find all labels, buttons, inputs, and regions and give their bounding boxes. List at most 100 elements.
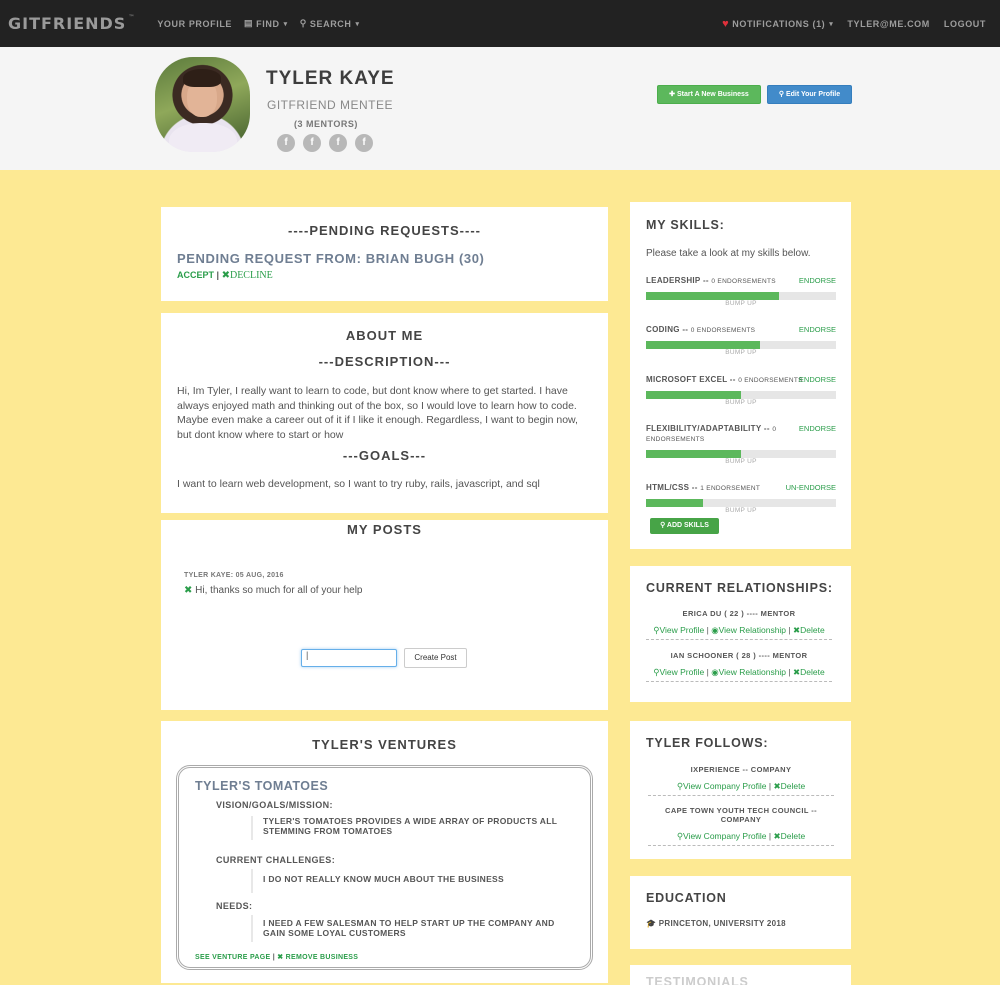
social-links: f f f f bbox=[277, 134, 373, 152]
needs-text: I NEED A FEW SALESMAN TO HELP START UP T… bbox=[251, 915, 555, 942]
delete-link[interactable]: ✖Delete bbox=[773, 781, 805, 791]
skill-bar bbox=[646, 499, 836, 507]
endorse-link[interactable]: ENDORSE bbox=[799, 325, 836, 334]
brand-logo[interactable]: GITFRIENDS ™ bbox=[8, 14, 135, 33]
venture-actions: SEE VENTURE PAGE | ✖ REMOVE BUSINESS bbox=[195, 954, 359, 961]
remove-business-link[interactable]: ✖ REMOVE BUSINESS bbox=[277, 954, 358, 961]
bump-up-link[interactable]: BUMP UP bbox=[646, 507, 836, 514]
education-item: 🎓 PRINCETON, UNIVERSITY 2018 bbox=[646, 919, 786, 928]
search-icon: ⚲ bbox=[299, 18, 307, 28]
see-venture-page-link[interactable]: SEE VENTURE PAGE bbox=[195, 954, 270, 961]
facebook-icon[interactable]: f bbox=[355, 134, 373, 152]
education-title: EDUCATION bbox=[646, 891, 727, 905]
profile-header bbox=[0, 47, 1000, 170]
about-title: ABOUT ME bbox=[345, 328, 424, 343]
nav-your-profile[interactable]: YOUR PROFILE bbox=[157, 18, 232, 29]
challenges-text: I DO NOT REALLY KNOW MUCH ABOUT THE BUSI… bbox=[251, 869, 504, 893]
facebook-icon[interactable]: f bbox=[277, 134, 295, 152]
nav-right: ♥ NOTIFICATIONS (1) ▾ TYLER@ME.COM LOGOUT bbox=[722, 0, 1000, 47]
post-meta: TYLER KAYE: 05 AUG, 2016 bbox=[184, 572, 284, 579]
relationship-item: IAN SCHOONER ( 28 ) ---- MENTOR ⚲View Pr… bbox=[646, 651, 832, 682]
bump-up-link[interactable]: BUMP UP bbox=[646, 458, 836, 465]
pending-actions: ACCEPT | ✖DECLINE bbox=[177, 270, 273, 281]
posts-panel: MY POSTS TYLER KAYE: 05 AUG, 2016 ✖ Hi, … bbox=[161, 520, 608, 710]
ventures-title: TYLER'S VENTURES bbox=[312, 737, 457, 752]
search-icon: ⚲ bbox=[778, 91, 786, 98]
vision-text: TYLER'S TOMATOES PROVIDES A WIDE ARRAY O… bbox=[251, 816, 557, 840]
vision-label: VISION/GOALS/MISSION: bbox=[216, 800, 333, 810]
endorse-link[interactable]: ENDORSE bbox=[799, 276, 836, 285]
top-navbar: GITFRIENDS ™ YOUR PROFILE ▤ FIND ▾ ⚲ SEARCH ▾… bbox=[0, 0, 1000, 47]
bump-up-link[interactable]: BUMP UP bbox=[646, 349, 836, 356]
create-post-button[interactable]: Create Post bbox=[404, 648, 467, 668]
skill-bar bbox=[646, 450, 836, 458]
bump-up-link[interactable]: BUMP UP bbox=[646, 300, 836, 307]
endorse-link[interactable]: ENDORSE bbox=[799, 375, 836, 384]
venture-card: TYLER'S TOMATOES VISION/GOALS/MISSION: T… bbox=[176, 765, 593, 970]
avatar bbox=[155, 57, 250, 152]
skills-panel: MY SKILLS: Please take a look at my skil… bbox=[630, 202, 851, 549]
delete-link[interactable]: ✖Delete bbox=[793, 667, 825, 677]
close-icon: ✖ bbox=[773, 781, 781, 791]
endorse-link[interactable]: ENDORSE bbox=[799, 424, 836, 433]
skill-item: MICROSOFT EXCEL -- 0 ENDORSEMENTS ENDORS… bbox=[646, 375, 836, 406]
add-skills-button[interactable]: ⚲ ADD SKILLS bbox=[650, 518, 719, 534]
education-panel: EDUCATION 🎓 PRINCETON, UNIVERSITY 2018 bbox=[630, 876, 851, 949]
view-relationship-link[interactable]: ◉View Relationship bbox=[711, 625, 786, 635]
skill-bar bbox=[646, 391, 836, 399]
nav-notifications[interactable]: ♥ NOTIFICATIONS (1) ▾ bbox=[722, 18, 833, 30]
post-input[interactable]: | bbox=[301, 649, 397, 667]
goals-text: I want to learn web development, so I wa… bbox=[177, 478, 540, 490]
eye-icon: ◉ bbox=[711, 625, 719, 635]
description-text: Hi, Im Tyler, I really want to learn to … bbox=[177, 385, 578, 441]
search-icon: ⚲ bbox=[660, 522, 667, 529]
view-profile-link[interactable]: ⚲View Profile bbox=[653, 667, 704, 677]
view-relationship-link[interactable]: ◉View Relationship bbox=[711, 667, 786, 677]
description-title: ---DESCRIPTION--- bbox=[318, 354, 451, 369]
skill-bar bbox=[646, 341, 836, 349]
skill-item: LEADERSHIP -- 0 ENDORSEMENTS ENDORSE BUM… bbox=[646, 276, 836, 307]
follows-panel: TYLER FOLLOWS: IXPERIENCE -- COMPANY ⚲Vi… bbox=[630, 721, 851, 859]
caret-down-icon: ▾ bbox=[283, 20, 288, 28]
facebook-icon[interactable]: f bbox=[329, 134, 347, 152]
follow-item: IXPERIENCE -- COMPANY ⚲View Company Prof… bbox=[648, 765, 834, 796]
post-item: ✖ Hi, thanks so much for all of your hel… bbox=[184, 585, 363, 596]
delete-post-icon[interactable]: ✖ bbox=[184, 585, 192, 596]
pending-title: ----PENDING REQUESTS---- bbox=[288, 223, 481, 238]
eye-icon: ◉ bbox=[711, 667, 719, 677]
delete-link[interactable]: ✖Delete bbox=[793, 625, 825, 635]
skill-item: FLEXIBILITY/ADAPTABILITY -- 0 ENDORSEMEN… bbox=[646, 424, 836, 465]
heart-icon: ♥ bbox=[722, 17, 730, 30]
view-company-profile-link[interactable]: ⚲View Company Profile bbox=[677, 781, 767, 791]
skill-item: HTML/CSS -- 1 ENDORSEMENT UN-ENDORSE BUM… bbox=[646, 483, 836, 514]
accept-link[interactable]: ACCEPT bbox=[177, 270, 214, 280]
posts-title: MY POSTS bbox=[347, 522, 422, 537]
nav-user-email[interactable]: TYLER@ME.COM bbox=[847, 19, 929, 29]
view-profile-link[interactable]: ⚲View Profile bbox=[653, 625, 704, 635]
goals-title: ---GOALS--- bbox=[342, 448, 427, 463]
testimonials-panel: TESTIMONIALS bbox=[630, 965, 851, 985]
follows-title: TYLER FOLLOWS: bbox=[646, 736, 769, 750]
start-business-button[interactable]: ✚ Start A New Business bbox=[657, 85, 761, 104]
bump-up-link[interactable]: BUMP UP bbox=[646, 399, 836, 406]
close-icon: ✖ bbox=[221, 270, 230, 281]
ventures-panel: TYLER'S VENTURES TYLER'S TOMATOES VISION… bbox=[161, 721, 608, 983]
edit-profile-button[interactable]: ⚲ Edit Your Profile bbox=[767, 85, 852, 104]
about-panel: ABOUT ME ---DESCRIPTION--- Hi, Im Tyler,… bbox=[161, 313, 608, 513]
profile-name: TYLER KAYE bbox=[266, 68, 395, 89]
needs-label: NEEDS: bbox=[216, 901, 253, 911]
skill-bar bbox=[646, 292, 836, 300]
nav-search-dropdown[interactable]: ⚲ SEARCH ▾ bbox=[300, 18, 360, 29]
view-company-profile-link[interactable]: ⚲View Company Profile bbox=[677, 831, 767, 841]
unendorse-link[interactable]: UN-ENDORSE bbox=[786, 483, 836, 492]
caret-down-icon: ▾ bbox=[829, 20, 834, 28]
close-icon: ✖ bbox=[773, 831, 781, 841]
decline-link[interactable]: ✖DECLINE bbox=[222, 270, 273, 281]
nav-logout[interactable]: LOGOUT bbox=[944, 19, 986, 29]
delete-link[interactable]: ✖Delete bbox=[773, 831, 805, 841]
nav-find-dropdown[interactable]: ▤ FIND ▾ bbox=[244, 18, 288, 29]
skills-intro: Please take a look at my skills below. bbox=[646, 248, 811, 259]
pending-requests-panel: ----PENDING REQUESTS---- PENDING REQUEST… bbox=[161, 207, 608, 301]
facebook-icon[interactable]: f bbox=[303, 134, 321, 152]
skills-title: MY SKILLS: bbox=[646, 218, 725, 232]
